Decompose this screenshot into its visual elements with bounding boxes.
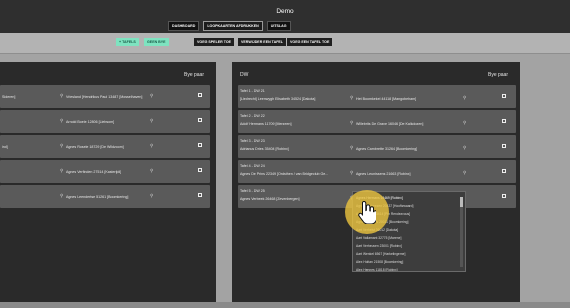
bye-checkbox[interactable]: [502, 194, 506, 198]
search-icon[interactable]: ⚲: [463, 120, 466, 126]
player-select[interactable]: Het Boomkekel 44118 [Mangobeham]: [356, 97, 416, 101]
table-row: Tafel 4 - DW 24 Agnes De Prins 22349 [Or…: [238, 160, 516, 183]
search-icon[interactable]: ⚲: [350, 120, 353, 126]
search-icon[interactable]: ⚲: [60, 118, 63, 124]
dropdown-option[interactable]: Alex Hennes 11818 [Robinx]: [356, 268, 398, 271]
bottom-bar: [0, 302, 570, 308]
bye-checkbox[interactable]: [198, 118, 202, 122]
search-icon[interactable]: ⚲: [150, 168, 153, 174]
table-label: Tafel 1 - DW 21: [240, 89, 265, 93]
dropdown-option[interactable]: Aart Wenkel 6567 [Harkelingerne]: [356, 252, 405, 256]
main-nav: DASHBOARD LOOPKAARTEN AFDRUKKEN UITSLAG: [168, 21, 291, 31]
dropdown-option[interactable]: Aart Vallamant 32775 [Marene]: [356, 236, 401, 240]
nav-results-button[interactable]: UITSLAG: [266, 21, 291, 31]
table-row: ⚲ Arnold Boele 12806 [Liebsom] ⚲: [0, 110, 210, 133]
bye-checkbox[interactable]: [502, 94, 506, 98]
bye-checkbox[interactable]: [198, 193, 202, 197]
dropdown-scrollbar[interactable]: [460, 197, 463, 267]
add-tables-button[interactable]: + TAFELS: [116, 38, 139, 46]
player-select[interactable]: Willebrits De Grave 16046 [De Kalkdozen]: [356, 122, 423, 126]
bye-checkbox[interactable]: [502, 144, 506, 148]
bye-pair-header: Bye paar: [487, 72, 508, 78]
app-title: Demo: [276, 8, 294, 15]
nav-print-scorecards-button[interactable]: LOOPKAARTEN AFDRUKKEN: [203, 21, 263, 31]
table-row: ⚲ Agnes Verfinden 27514 [Kasterijdi] ⚲: [0, 160, 210, 183]
table-label: Tafel 3 - DW 23: [240, 139, 265, 143]
dropdown-option[interactable]: Aart Verheuven 23001 [Robinx]: [356, 244, 402, 248]
bye-checkbox[interactable]: [198, 93, 202, 97]
table-label: Tafel 2 - DW 22: [240, 114, 265, 118]
bye-checkbox[interactable]: [198, 168, 202, 172]
search-icon[interactable]: ⚲: [150, 193, 153, 199]
table-row: ⚲ Agnes Leendertse 51261 [Boomkering] ⚲: [0, 185, 210, 208]
search-icon[interactable]: ⚲: [150, 143, 153, 149]
search-icon[interactable]: ⚲: [350, 170, 353, 176]
row-cell: ind]: [2, 145, 8, 149]
bye-checkbox[interactable]: [502, 169, 506, 173]
player-select[interactable]: Agnes Leunissens 21663 [Robinx]: [356, 172, 411, 176]
table-row: Tafel 3 - DW 23 Adrianus Dries 35404 [Ro…: [238, 135, 516, 158]
section-header: DW: [240, 72, 249, 78]
table-row: Tafel 2 - DW 22 Adolf Hermans 11709 [Mer…: [238, 110, 516, 133]
nav-dashboard-button[interactable]: DASHBOARD: [168, 21, 200, 31]
search-icon[interactable]: ⚲: [60, 143, 63, 149]
add-table-button[interactable]: VOEG EEN TAFEL TOE: [287, 38, 333, 46]
search-icon[interactable]: ⚲: [60, 93, 63, 99]
table-row: ind] ⚲ Agnes Rosele 18729 [De Wildzoom] …: [0, 135, 210, 158]
search-icon[interactable]: ⚲: [463, 145, 466, 151]
table-row: Sideren] ⚲ Vriesland [Hendrikus Paul 134…: [0, 85, 210, 108]
left-panel: Bye paar Sideren] ⚲ Vriesland [Hendrikus…: [0, 62, 216, 308]
player-select[interactable]: Adrianus Dries 35404 [Robinx]: [240, 147, 289, 151]
dropdown-option[interactable]: Alex Holtan 21508 [Boomkering]: [356, 260, 403, 264]
player-select[interactable]: Agnes Leendertse 51261 [Boomkering]: [66, 195, 128, 199]
table-label: Tafel 5 - DW 25: [240, 189, 265, 193]
search-icon[interactable]: ⚲: [350, 95, 353, 101]
dropdown-scroll-thumb[interactable]: [460, 197, 463, 207]
player-select[interactable]: Adolf Hermans 11709 [Merzeen]: [240, 122, 291, 126]
table-label: Tafel 4 - DW 24: [240, 164, 265, 168]
add-player-button[interactable]: VOEG SPELER TOE: [194, 38, 235, 46]
player-select[interactable]: Agnes Verbeek 26468 [Zevenbergen]: [240, 197, 300, 201]
player-select[interactable]: Arnold Boele 12806 [Liebsom]: [66, 120, 114, 124]
search-icon[interactable]: ⚲: [60, 193, 63, 199]
player-select[interactable]: Agnes Verfinden 27514 [Kasterijdi]: [66, 170, 121, 174]
search-icon[interactable]: ⚲: [463, 170, 466, 176]
bye-checkbox[interactable]: [502, 119, 506, 123]
search-icon[interactable]: ⚲: [150, 93, 153, 99]
player-select[interactable]: Vriesland [Hendrikus Paul 13487 [Mosselh…: [66, 95, 142, 99]
search-icon[interactable]: ⚲: [150, 118, 153, 124]
player-select[interactable]: [Liedrecht] Leenwygh Elisabeth 34524 [Da…: [240, 97, 315, 101]
top-bar: Demo DASHBOARD LOOPKAARTEN AFDRUKKEN UIT…: [0, 0, 570, 33]
no-bye-button[interactable]: GEEN BYE: [144, 38, 169, 46]
search-icon[interactable]: ⚲: [350, 145, 353, 151]
player-select[interactable]: Agnes Rosele 18729 [De Wildzoom]: [66, 145, 124, 149]
row-cell: Sideren]: [2, 95, 16, 99]
player-select[interactable]: Agnes Cambrette 31264 [Boomkering]: [356, 147, 417, 151]
bye-pair-header: Bye paar: [183, 72, 204, 78]
search-icon[interactable]: ⚲: [60, 168, 63, 174]
search-icon[interactable]: ⚲: [463, 95, 466, 101]
remove-table-button[interactable]: VERWIJDER EEN TAFEL: [238, 38, 286, 46]
hand-cursor-icon: [358, 200, 376, 224]
bye-checkbox[interactable]: [198, 143, 202, 147]
table-row: Tafel 1 - DW 21 [Liedrecht] Leenwygh Eli…: [238, 85, 516, 108]
player-select[interactable]: Agnes De Prins 22349 [Ordsthen / van Bri…: [240, 172, 328, 176]
toolbar: + TAFELS GEEN BYE VOEG SPELER TOE VERWIJ…: [0, 33, 570, 54]
